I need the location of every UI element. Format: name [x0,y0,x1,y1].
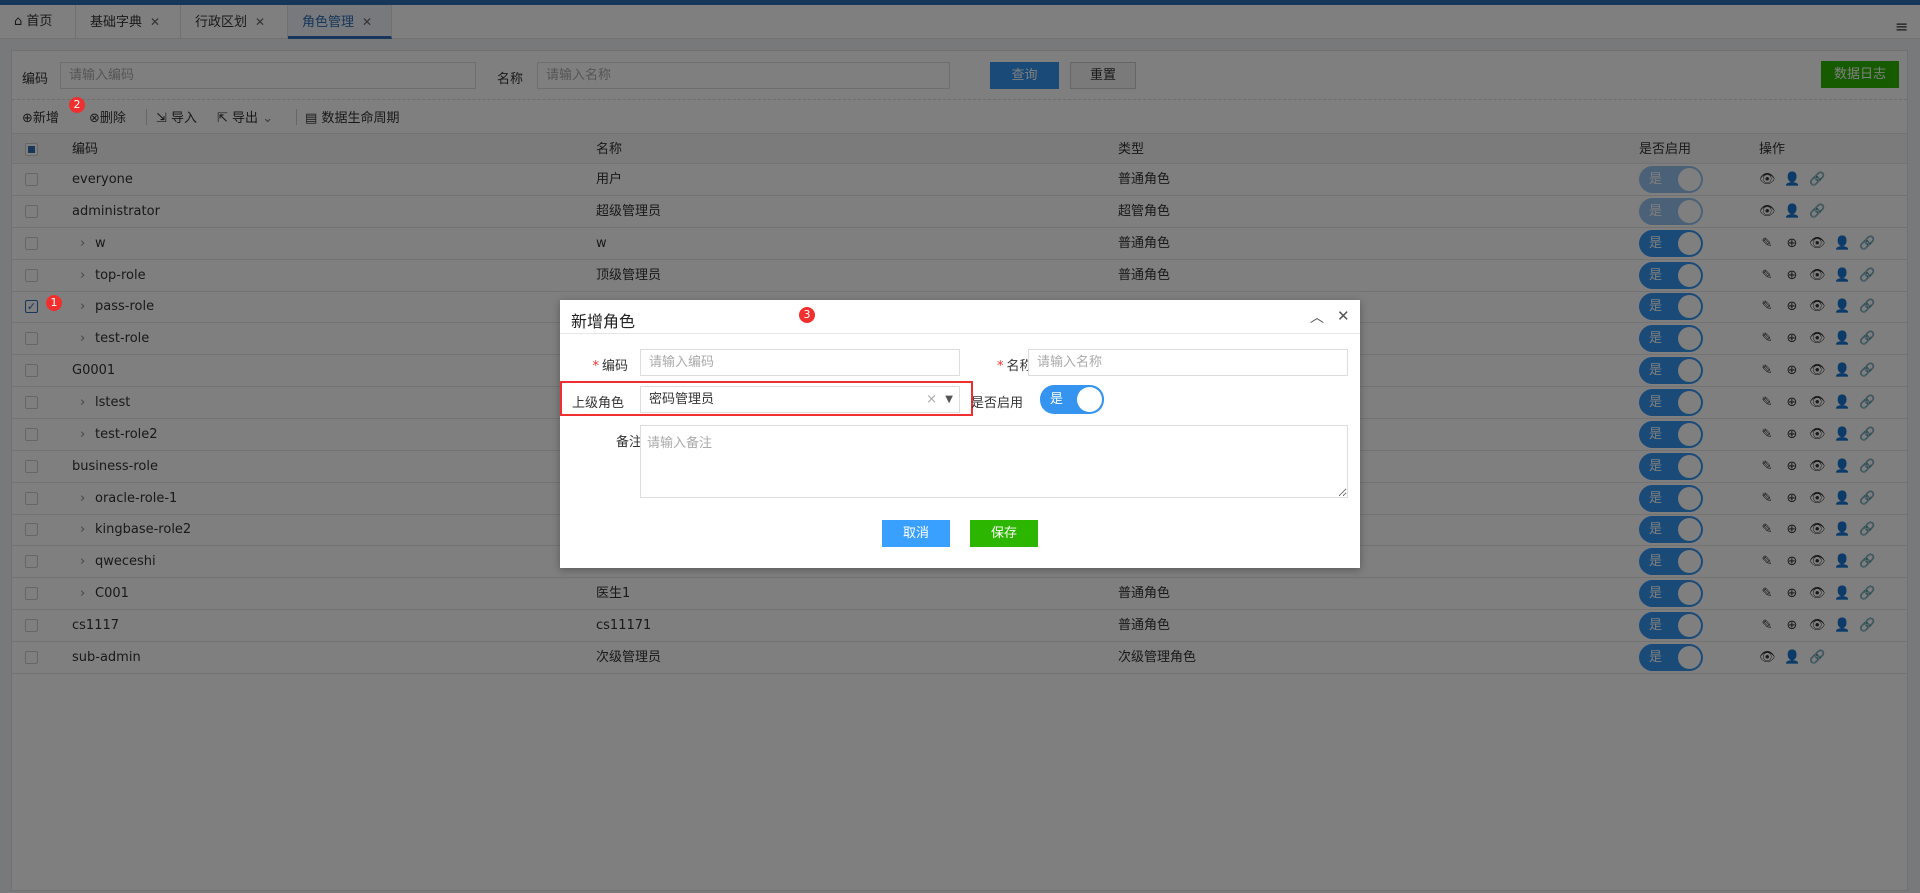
step-badge-2: 2 [69,97,85,113]
caret-down-icon[interactable]: ▼ [945,387,953,412]
code-field[interactable] [640,349,960,376]
parent-role-select[interactable]: 密码管理员 × ▼ [640,386,960,413]
collapse-icon[interactable]: ︿ [1310,307,1324,327]
close-icon[interactable]: ✕ [1337,307,1350,325]
remark-field[interactable] [640,425,1348,498]
dialog-title: 新增角色 [571,312,636,331]
save-button[interactable]: 保存 [970,520,1038,547]
remark-label: 备注 [616,435,643,450]
dialog-header: 新增角色 3 ︿ ✕ [560,300,1360,334]
clear-icon[interactable]: × [926,387,937,412]
enabled-toggle[interactable]: 是 [1040,385,1104,414]
add-role-dialog: 新增角色 3 ︿ ✕ *编码 *名称 上级角色 密码管理员 × ▼ 是否启用 是… [560,300,1360,568]
enabled-label: 是否启用 [971,396,1024,411]
name-field[interactable] [1028,349,1348,376]
step-badge-3: 3 [799,307,815,323]
step-badge-1: 1 [46,295,62,311]
cancel-button[interactable]: 取消 [882,520,950,547]
code-field-label: * 编码 [592,359,628,374]
parent-role-label: 上级角色 [572,396,625,411]
